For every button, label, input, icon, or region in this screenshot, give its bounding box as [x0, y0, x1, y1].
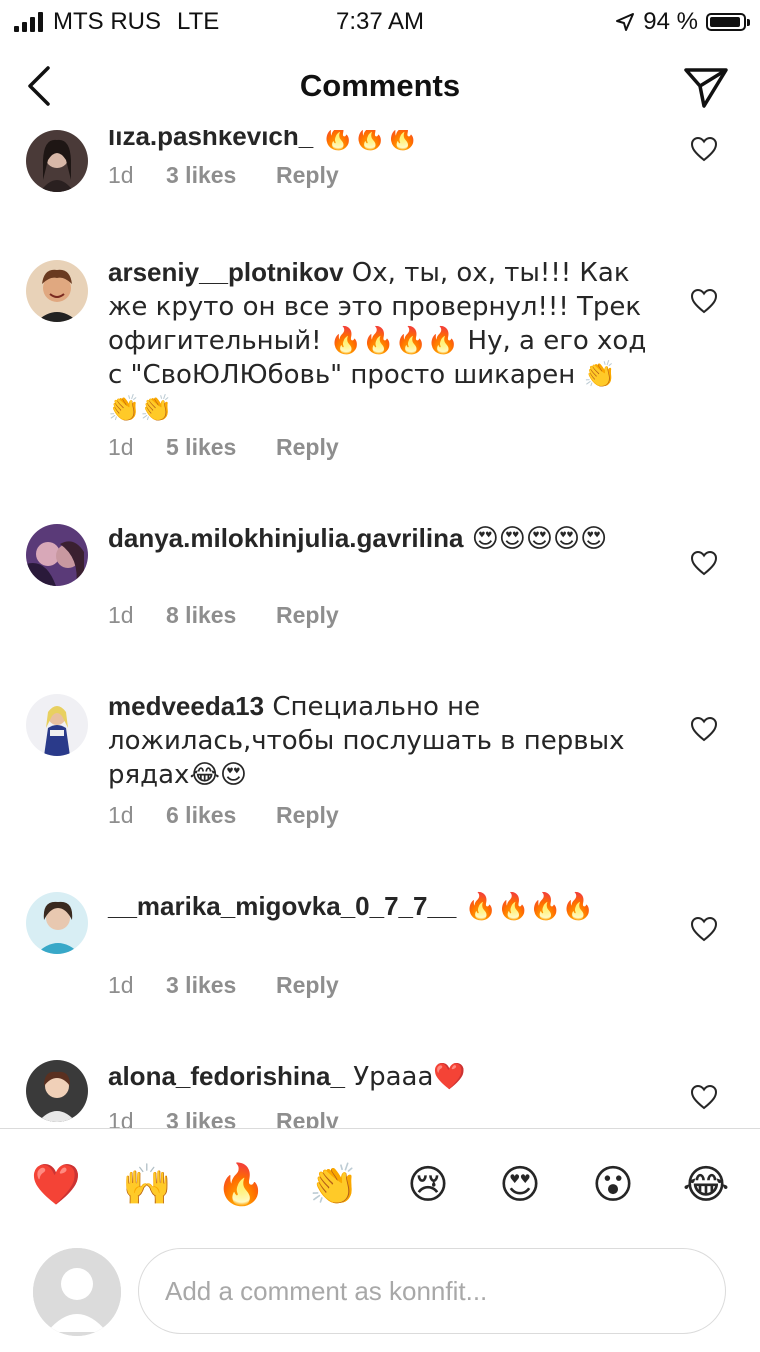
clapping-emoji-button[interactable]: 👏	[306, 1157, 362, 1213]
paper-plane-icon	[684, 68, 728, 108]
comment-content: 😍😍😍😍😍	[463, 524, 608, 554]
comment-text: __marika_migovka_0_7_7__ 🔥🔥🔥🔥	[108, 890, 648, 924]
comment-composer	[0, 1238, 760, 1352]
comment-text: liza.pashkevich_ 🔥🔥🔥	[108, 130, 648, 154]
surprised-emoji-button[interactable]: 😮	[585, 1157, 641, 1213]
comment-time: 1d	[108, 162, 134, 188]
avatar-image	[26, 1060, 88, 1122]
reply-button[interactable]: Reply	[276, 162, 339, 189]
share-button[interactable]	[682, 64, 730, 112]
comment-time: 1d	[108, 972, 134, 998]
comment-username[interactable]: medveeda13	[108, 691, 264, 721]
comment-likes[interactable]: 6 likes	[166, 802, 276, 829]
heart-emoji-button[interactable]: ❤️	[28, 1157, 84, 1213]
avatar[interactable]	[26, 524, 88, 586]
laughing-emoji-button[interactable]: 😂	[678, 1157, 734, 1213]
comment-username[interactable]: danya.milokhinjulia.gavrilina	[108, 523, 463, 553]
comment-meta: 1d 3 likes Reply	[108, 1108, 339, 1128]
comment-meta: 1d 6 likes Reply	[108, 802, 339, 829]
comment-meta: 1d 8 likes Reply	[108, 602, 339, 629]
raised-hands-emoji-button[interactable]: 🙌	[119, 1157, 175, 1213]
comment-item: __marika_migovka_0_7_7__ 🔥🔥🔥🔥 1d 3 likes…	[0, 890, 760, 1020]
avatar[interactable]	[26, 130, 88, 192]
comment-item: medveeda13 Специально не ложилась,чтобы …	[0, 690, 760, 850]
heart-icon[interactable]	[690, 288, 718, 314]
avatar[interactable]	[33, 1248, 121, 1336]
comment-likes[interactable]: 3 likes	[166, 162, 276, 189]
comment-likes[interactable]: 8 likes	[166, 602, 276, 629]
comment-time: 1d	[108, 1108, 134, 1128]
comment-meta: 1d 3 likes Reply	[108, 972, 339, 999]
comment-item: arseniy__plotnikov Ох, ты, ох, ты!!! Как…	[0, 256, 760, 486]
avatar-image	[26, 260, 88, 322]
avatar[interactable]	[26, 892, 88, 954]
comment-item: alona_fedorishina_ Урааа❤️ 1d 3 likes Re…	[0, 1060, 760, 1128]
comment-content: 🔥🔥🔥	[313, 130, 419, 152]
avatar-image	[26, 130, 88, 192]
comment-item: danya.milokhinjulia.gavrilina 😍😍😍😍😍 1d 8…	[0, 522, 760, 652]
comment-time: 1d	[108, 434, 134, 460]
comment-time: 1d	[108, 802, 134, 828]
comment-text: medveeda13 Специально не ложилась,чтобы …	[108, 690, 648, 792]
reply-button[interactable]: Reply	[276, 602, 339, 629]
heart-icon[interactable]	[690, 136, 718, 162]
comment-content: Урааа❤️	[344, 1062, 466, 1092]
comment-input[interactable]	[138, 1248, 726, 1334]
status-bar: MTS RUS LTE 7:37 AM 94 %	[0, 0, 760, 42]
comment-text: arseniy__plotnikov Ох, ты, ох, ты!!! Как…	[108, 256, 648, 426]
default-avatar-icon	[33, 1248, 121, 1336]
location-arrow-icon	[616, 13, 635, 31]
reply-button[interactable]: Reply	[276, 434, 339, 461]
fire-emoji-button[interactable]: 🔥	[213, 1157, 269, 1213]
comment-username[interactable]: alona_fedorishina_	[108, 1061, 345, 1091]
comment-likes[interactable]: 3 likes	[166, 972, 276, 999]
heart-eyes-emoji-button[interactable]: 😍	[492, 1157, 548, 1213]
comment-likes[interactable]: 3 likes	[166, 1108, 276, 1128]
avatar-image	[26, 892, 88, 954]
avatar-image	[26, 694, 88, 756]
heart-icon[interactable]	[690, 1084, 718, 1110]
reply-button[interactable]: Reply	[276, 802, 339, 829]
avatar[interactable]	[26, 260, 88, 322]
comment-username[interactable]: arseniy__plotnikov	[108, 257, 344, 287]
battery-fill	[710, 17, 741, 27]
header: Comments	[0, 42, 760, 130]
emoji-quick-bar: ❤️ 🙌 🔥 👏 😢 😍 😮 😂	[0, 1128, 760, 1238]
battery-percent: 94 %	[643, 8, 698, 35]
crying-emoji-button[interactable]: 😢	[400, 1157, 456, 1213]
reply-button[interactable]: Reply	[276, 972, 339, 999]
comment-likes[interactable]: 5 likes	[166, 434, 276, 461]
heart-icon[interactable]	[690, 716, 718, 742]
heart-icon[interactable]	[690, 916, 718, 942]
avatar[interactable]	[26, 694, 88, 756]
comment-username[interactable]: liza.pashkevich_	[108, 130, 313, 151]
heart-icon[interactable]	[690, 550, 718, 576]
comment-list[interactable]: liza.pashkevich_ 🔥🔥🔥 1d 3 likes Reply ar…	[0, 130, 760, 1128]
comment-meta: 1d 5 likes Reply	[108, 434, 339, 461]
comment-username[interactable]: __marika_migovka_0_7_7__	[108, 891, 456, 921]
comment-text: alona_fedorishina_ Урааа❤️	[108, 1060, 648, 1094]
avatar[interactable]	[26, 1060, 88, 1122]
comment-time: 1d	[108, 602, 134, 628]
comment-meta: 1d 3 likes Reply	[108, 162, 339, 189]
comment-text: danya.milokhinjulia.gavrilina 😍😍😍😍😍	[108, 522, 648, 556]
page-title: Comments	[299, 68, 461, 103]
avatar-image	[26, 524, 88, 586]
status-right: 94 %	[615, 8, 750, 36]
comment-content: 🔥🔥🔥🔥	[456, 892, 595, 922]
comment-item: liza.pashkevich_ 🔥🔥🔥 1d 3 likes Reply	[0, 130, 760, 230]
battery-icon	[706, 13, 750, 31]
reply-button[interactable]: Reply	[276, 1108, 339, 1128]
